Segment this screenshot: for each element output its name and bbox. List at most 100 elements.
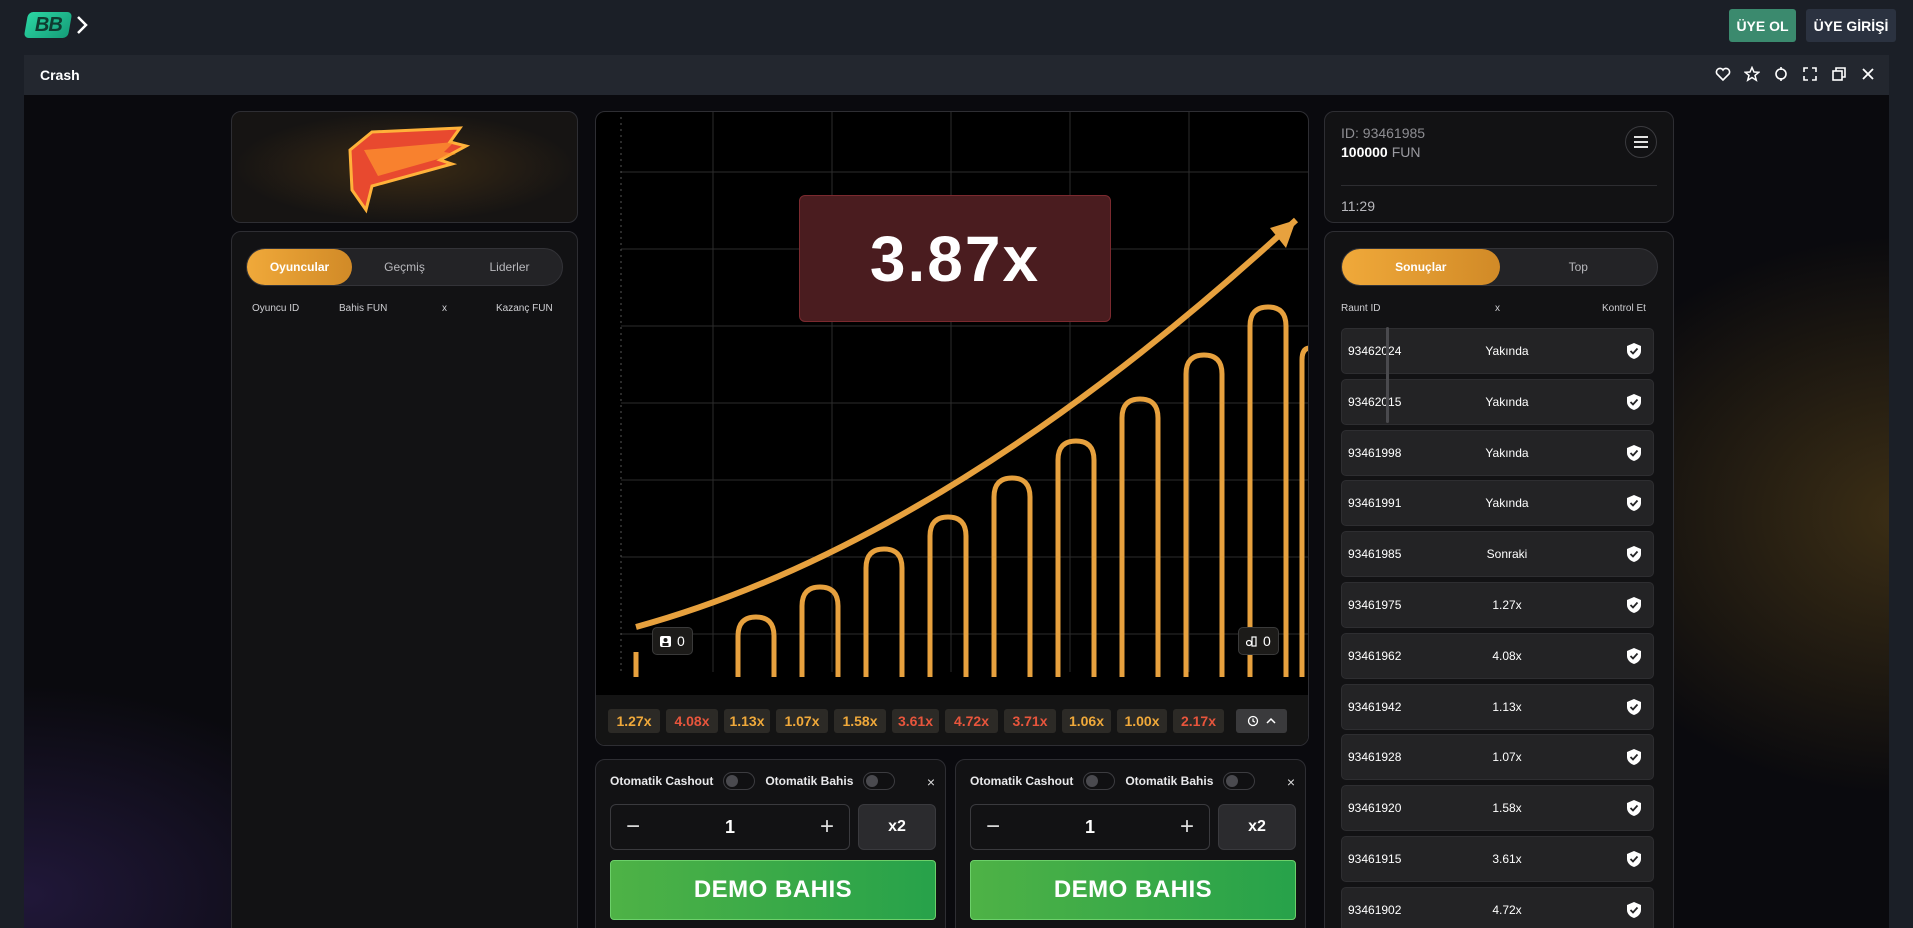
shield-check-icon[interactable] <box>1625 596 1643 614</box>
results-scrollbar[interactable] <box>1386 327 1389 423</box>
heart-icon[interactable] <box>1713 63 1732 85</box>
demo-bet-button[interactable]: DEMO BAHIS <box>610 860 936 920</box>
double-bet-button[interactable]: x2 <box>858 804 936 850</box>
round-id: 93461985 <box>1348 547 1402 562</box>
balance-currency: FUN <box>1391 144 1421 160</box>
history-multiplier[interactable]: 1.00x <box>1117 709 1167 733</box>
round-result: Yakında <box>1485 496 1529 511</box>
round-result: Yakında <box>1485 445 1529 460</box>
crash-logo-panel <box>231 111 578 223</box>
auto-cashout-toggle[interactable] <box>723 772 756 790</box>
result-row[interactable]: 93461991 Yakında <box>1341 480 1654 527</box>
result-row[interactable]: 93461975 1.27x <box>1341 582 1654 628</box>
close-bet-button[interactable]: × <box>927 774 935 790</box>
result-row[interactable]: 93461942 1.13x <box>1341 683 1654 730</box>
auto-bet-label: Otomatik Bahis <box>1125 774 1214 788</box>
chevron-up-icon <box>1265 717 1276 724</box>
shield-check-icon[interactable] <box>1625 393 1643 411</box>
decrease-button[interactable]: − <box>973 805 1013 849</box>
result-row[interactable]: 93461985 Sonraki <box>1341 531 1654 578</box>
round-result: 1.13x <box>1492 699 1522 714</box>
bet-panel-2: Otomatik Cashout Otomatik Bahis × − 1 + … <box>955 759 1306 928</box>
history-multiplier[interactable]: 1.27x <box>608 709 660 733</box>
column-bet: Bahis FUN <box>339 303 388 314</box>
close-icon[interactable] <box>1858 63 1877 85</box>
round-result: 4.72x <box>1492 902 1522 917</box>
star-icon[interactable] <box>1742 63 1761 85</box>
round-result: Yakında <box>1485 344 1529 358</box>
column-round-id: Raunt ID <box>1341 303 1381 314</box>
round-id: 93461975 <box>1348 598 1402 612</box>
round-result: 1.07x <box>1492 750 1522 765</box>
result-row[interactable]: 93461962 4.08x <box>1341 632 1654 679</box>
increase-button[interactable]: + <box>807 805 847 849</box>
auto-bet-toggle[interactable] <box>863 772 896 790</box>
history-toggle-button[interactable] <box>1236 709 1287 733</box>
demo-bet-button[interactable]: DEMO BAHIS <box>970 860 1296 920</box>
shield-check-icon[interactable] <box>1625 545 1643 563</box>
tab-leaders[interactable]: Liderler <box>457 249 562 285</box>
balance-amount: 100000 <box>1341 144 1388 160</box>
game-title: Crash <box>40 67 80 83</box>
history-multiplier[interactable]: 1.07x <box>776 709 828 733</box>
increase-button[interactable]: + <box>1167 805 1207 849</box>
tab-top[interactable]: Top <box>1500 249 1658 285</box>
column-player-id: Oyuncu ID <box>252 303 300 314</box>
tab-results[interactable]: Sonuçlar <box>1342 249 1500 285</box>
menu-button[interactable] <box>1625 126 1657 158</box>
result-row[interactable]: 93461998 Yakında <box>1341 429 1654 476</box>
shield-check-icon[interactable] <box>1625 901 1643 919</box>
history-multiplier[interactable]: 4.08x <box>666 709 718 733</box>
login-button[interactable]: ÜYE GİRİŞİ <box>1806 9 1896 42</box>
round-id: 93462015 <box>1348 394 1402 409</box>
restore-window-icon[interactable] <box>1829 63 1848 85</box>
result-row[interactable]: 93461902 4.72x <box>1341 886 1654 928</box>
auto-cashout-toggle[interactable] <box>1083 772 1116 790</box>
result-row[interactable]: 93461915 3.61x <box>1341 836 1654 882</box>
game-window-header: Crash <box>24 55 1889 95</box>
chevron-right-icon[interactable] <box>74 12 90 38</box>
result-row[interactable]: 93461920 1.58x <box>1341 785 1654 832</box>
tab-history[interactable]: Geçmiş <box>352 249 457 285</box>
top-bar: BB ÜYE OL ÜYE GİRİŞİ <box>0 0 1913 52</box>
round-id: 93462024 <box>1348 344 1402 358</box>
register-button[interactable]: ÜYE OL <box>1729 9 1796 42</box>
bet-panel-1: Otomatik Cashout Otomatik Bahis × − 1 + … <box>595 759 946 928</box>
history-multiplier[interactable]: 1.06x <box>1062 709 1111 733</box>
history-multiplier[interactable]: 3.61x <box>892 709 939 733</box>
decrease-button[interactable]: − <box>613 805 653 849</box>
divider <box>1341 185 1657 186</box>
shield-check-icon[interactable] <box>1625 647 1643 665</box>
clock: 11:29 <box>1341 198 1375 214</box>
bet-amount-input[interactable]: 1 <box>1011 805 1169 849</box>
balance: 100000 FUN <box>1341 144 1421 160</box>
crash-chart-panel: 3.87x 0 0 1.27x 4.08x 1.13x 1.07x 1.58x 3.61x… <box>595 111 1309 746</box>
players-counter: 0 <box>652 627 693 655</box>
tab-players[interactable]: Oyuncular <box>247 249 352 285</box>
close-bet-button[interactable]: × <box>1287 774 1295 790</box>
history-multiplier[interactable]: 1.58x <box>834 709 886 733</box>
shield-check-icon[interactable] <box>1625 748 1643 766</box>
refresh-icon[interactable] <box>1771 63 1790 85</box>
fullscreen-icon[interactable] <box>1800 63 1819 85</box>
column-multiplier: x <box>442 303 447 314</box>
history-bar: 1.27x 4.08x 1.13x 1.07x 1.58x 3.61x 4.72x 3.71x… <box>596 695 1308 745</box>
site-logo[interactable]: BB <box>23 12 73 38</box>
auto-bet-toggle[interactable] <box>1223 772 1256 790</box>
column-multiplier: x <box>1495 303 1500 314</box>
bet-amount-input[interactable]: 1 <box>651 805 809 849</box>
history-multiplier[interactable]: 4.72x <box>945 709 998 733</box>
history-multiplier[interactable]: 3.71x <box>1004 709 1056 733</box>
game-stage: Oyuncular Geçmiş Liderler Oyuncu ID Bahi… <box>24 95 1889 928</box>
double-bet-button[interactable]: x2 <box>1218 804 1296 850</box>
shield-check-icon[interactable] <box>1625 494 1643 512</box>
shield-check-icon[interactable] <box>1625 444 1643 462</box>
shield-check-icon[interactable] <box>1625 799 1643 817</box>
shield-check-icon[interactable] <box>1625 698 1643 716</box>
shield-check-icon[interactable] <box>1625 850 1643 868</box>
history-multiplier[interactable]: 2.17x <box>1173 709 1224 733</box>
result-row[interactable]: 93461928 1.07x <box>1341 734 1654 781</box>
history-multiplier[interactable]: 1.13x <box>724 709 770 733</box>
shield-check-icon[interactable] <box>1625 342 1643 360</box>
coins-icon <box>1246 635 1257 647</box>
